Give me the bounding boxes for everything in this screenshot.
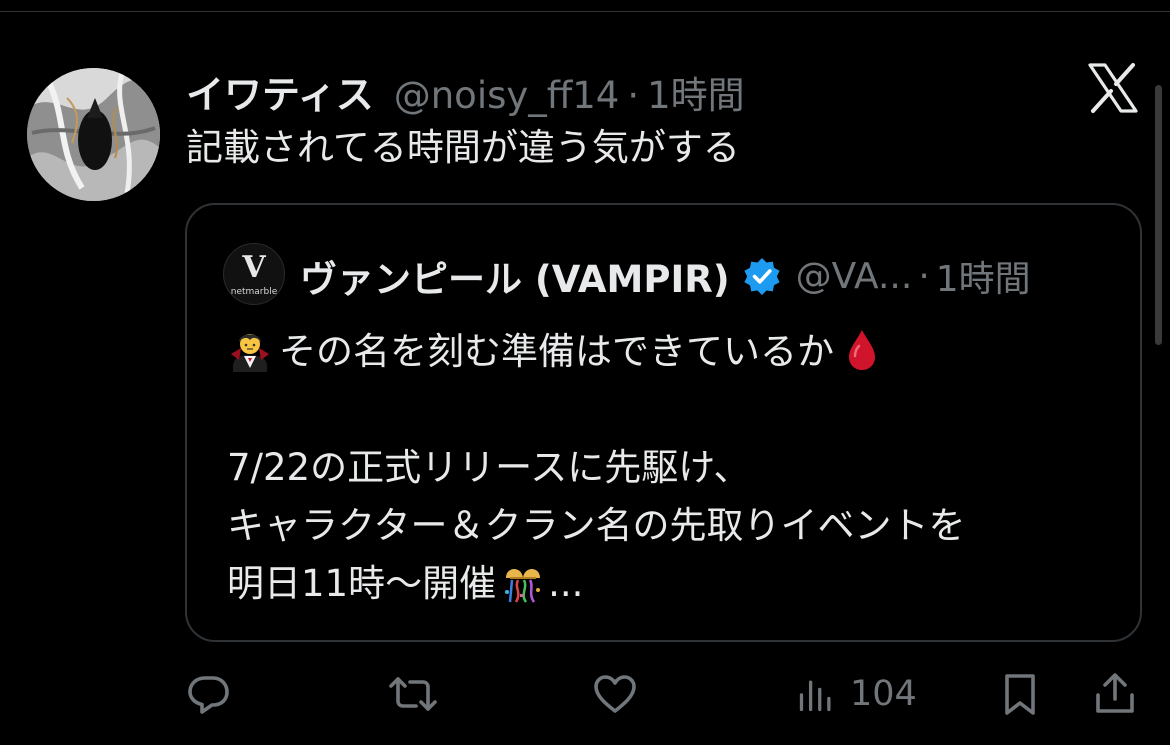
x-logo-icon (1087, 62, 1139, 114)
quoted-author-display-name[interactable]: ヴァンピール (VAMPIR) (300, 249, 730, 303)
tweet-time[interactable]: 1時間 (647, 65, 745, 119)
quoted-tweet-time[interactable]: 1時間 (936, 250, 1031, 302)
quoted-line-4: 明日11時〜開催 ... (227, 555, 1127, 613)
truncation-ellipsis: ... (548, 562, 584, 605)
reply-icon (188, 676, 229, 714)
author-avatar[interactable] (27, 68, 160, 201)
views-icon (799, 680, 831, 712)
quoted-author-handle[interactable]: @VA... (796, 256, 913, 297)
share-button[interactable] (1092, 668, 1138, 720)
separator-dot: · (627, 74, 640, 117)
quoted-line-2: 7/22の正式リリースに先駆け、 (227, 446, 751, 489)
scrollbar[interactable] (1155, 85, 1162, 345)
quoted-tweet-card[interactable]: V netmarble ヴァンピール (VAMPIR) @VA... · 1時間 (185, 203, 1142, 642)
views-button[interactable]: 104 (796, 668, 917, 720)
retweet-icon (389, 677, 437, 711)
share-icon (1096, 673, 1134, 713)
quoted-tweet-header: ヴァンピール (VAMPIR) @VA... · 1時間 (300, 249, 1031, 303)
heart-icon (594, 675, 636, 713)
quoted-line-1: その名を刻む準備はできているか (227, 323, 1127, 381)
tweet-header: イワティス @noisy_ff14 · 1時間 (186, 64, 745, 117)
avatar-logo-letter: V (242, 250, 266, 285)
quoted-author-avatar[interactable]: V netmarble (223, 243, 285, 305)
confetti-ball-emoji-icon (498, 558, 548, 604)
drop-of-blood-emoji-icon (844, 328, 880, 372)
top-divider (0, 11, 1170, 12)
vampire-emoji-icon (227, 326, 273, 372)
quoted-tweet-text: その名を刻む準備はできているか 7/22の正式リリースに先駆け、 キャラクター＆… (227, 323, 1127, 613)
bookmark-button[interactable] (997, 668, 1043, 720)
views-count: 104 (850, 674, 917, 714)
quoted-line-1-text: その名を刻む準備はできているか (279, 330, 834, 373)
retweet-button[interactable] (388, 668, 438, 720)
avatar-brand-text: netmarble (230, 287, 278, 297)
reply-button[interactable] (186, 668, 232, 720)
author-display-name[interactable]: イワティス (186, 64, 374, 119)
quoted-line-4-text: 明日11時〜開催 (227, 562, 497, 605)
author-handle[interactable]: @noisy_ff14 (394, 74, 620, 117)
verified-badge-icon (742, 256, 782, 296)
like-button[interactable] (592, 668, 638, 720)
separator-dot: · (918, 255, 930, 297)
quoted-line-3: キャラクター＆クラン名の先取りイベントを (227, 504, 966, 547)
tweet-text: 記載されてる時間が違う気がする (186, 126, 740, 169)
bookmark-icon (1005, 674, 1035, 715)
